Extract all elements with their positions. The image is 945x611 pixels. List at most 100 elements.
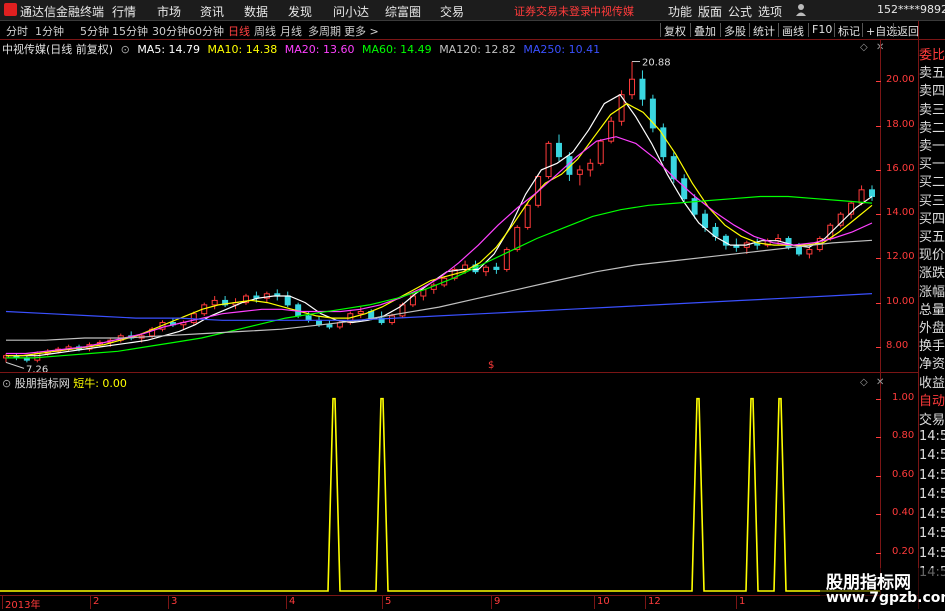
settings-gear-icon[interactable]: ⊙ xyxy=(121,43,130,56)
candle xyxy=(232,298,239,310)
candle xyxy=(660,123,667,162)
ma120-value: MA120: 12.82 xyxy=(439,43,516,56)
candle xyxy=(576,165,583,186)
tool-button-3[interactable]: 统计 xyxy=(749,23,775,38)
candle xyxy=(242,293,249,305)
candle xyxy=(629,61,636,100)
tool-button-4[interactable]: 画线 xyxy=(778,23,804,38)
sidebar-item-16[interactable]: 换手 xyxy=(919,335,945,353)
indicator-chart[interactable] xyxy=(0,388,880,594)
sidebar-item-2[interactable]: 卖四 xyxy=(919,80,945,98)
price-tick-mark-4 xyxy=(876,258,881,260)
period-tab-6[interactable]: 日线 xyxy=(228,23,250,39)
sidebar-item-24[interactable]: 14:56 xyxy=(919,487,945,505)
sidebar-item-7[interactable]: 买二 xyxy=(919,171,945,189)
sidebar-item-6[interactable]: 买一 xyxy=(919,153,945,171)
user-icon[interactable] xyxy=(795,3,806,16)
tool-button-6[interactable]: 标记 xyxy=(834,23,860,38)
sidebar-item-19[interactable]: 自动 xyxy=(919,390,945,408)
candle xyxy=(848,200,855,219)
price-axis-border xyxy=(880,40,881,595)
sidebar-item-14[interactable]: 总量 xyxy=(919,299,945,317)
indicator-close-icon[interactable]: ✕ xyxy=(876,377,884,388)
sidebar-item-3[interactable]: 卖三 xyxy=(919,99,945,117)
sidebar-item-8[interactable]: 买三 xyxy=(919,190,945,208)
period-tab-10[interactable]: 更多 > xyxy=(344,23,379,39)
period-tab-7[interactable]: 周线 xyxy=(254,23,276,39)
sidebar-item-21[interactable]: 14:56 xyxy=(919,429,945,447)
tool-button-8[interactable]: 返回 xyxy=(893,23,919,38)
tool-button-0[interactable]: 复权 xyxy=(660,23,686,38)
tool-button-5[interactable]: F10 xyxy=(808,23,832,37)
sidebar-item-10[interactable]: 买五 xyxy=(919,226,945,244)
login-notice[interactable]: 证券交易未登录 xyxy=(514,3,591,19)
sidebar-item-26[interactable]: 14:56 xyxy=(919,526,945,544)
sidebar-item-27[interactable]: 14:56 xyxy=(919,546,945,564)
candle xyxy=(482,265,489,277)
menu-right-item-1[interactable]: 版面 xyxy=(698,3,722,20)
indicator-expand-icon[interactable]: ◇ xyxy=(860,377,868,388)
menu-right-item-3[interactable]: 选项 xyxy=(758,3,782,20)
menu-right-item-2[interactable]: 公式 xyxy=(728,3,752,20)
candle xyxy=(274,289,281,301)
price-chart[interactable]: 20.88 7.26 $ xyxy=(0,56,918,372)
tool-button-7[interactable]: +自选 xyxy=(862,23,897,38)
period-tab-5[interactable]: 60分钟 xyxy=(188,23,224,39)
menu-right-item-0[interactable]: 功能 xyxy=(668,3,692,20)
sidebar-item-9[interactable]: 买四 xyxy=(919,208,945,226)
price-tick-mark-6 xyxy=(876,346,881,348)
candle xyxy=(545,141,552,179)
period-tab-0[interactable]: 分时 xyxy=(6,23,28,39)
sidebar-item-25[interactable]: 14:56 xyxy=(919,507,945,525)
sidebar-item-5[interactable]: 卖一 xyxy=(919,135,945,153)
menu-item-5[interactable]: 问小达 xyxy=(333,3,369,20)
candle xyxy=(587,158,594,177)
sidebar-item-12[interactable]: 涨跌 xyxy=(919,262,945,280)
time-tick-mark-8 xyxy=(736,595,737,609)
period-tab-2[interactable]: 5分钟 xyxy=(80,23,109,39)
sidebar-item-4[interactable]: 卖二 xyxy=(919,117,945,135)
tool-button-2[interactable]: 多股 xyxy=(720,23,746,38)
menu-item-0[interactable]: 行情 xyxy=(112,3,136,20)
pane-divider xyxy=(0,372,918,373)
menu-item-2[interactable]: 资讯 xyxy=(200,3,224,20)
sidebar-item-15[interactable]: 外盘 xyxy=(919,317,945,335)
candle xyxy=(503,247,510,272)
time-axis-line xyxy=(0,595,918,596)
candle xyxy=(639,70,646,106)
ma20-value: MA20: 13.60 xyxy=(284,43,355,56)
sidebar-item-0[interactable]: 委比 xyxy=(919,44,945,62)
watermark-url: www.7gpzb.com xyxy=(826,590,945,606)
tool-button-1[interactable]: 叠加 xyxy=(690,23,716,38)
indicator-tick-1: 0.80 xyxy=(892,430,915,442)
sidebar-item-20[interactable]: 交易 xyxy=(919,409,945,427)
time-tick-7: 12 xyxy=(648,596,661,607)
current-stock-name: 中视传媒 xyxy=(590,5,634,18)
candle xyxy=(555,134,562,162)
expand-diamond-icon[interactable]: ◇ xyxy=(860,42,868,53)
user-account[interactable]: 152****9892 xyxy=(877,3,945,16)
candle xyxy=(284,291,291,308)
ma-legend: 中视传媒(日线 前复权) ⊙ MA5: 14.79 MA10: 14.38 MA… xyxy=(2,41,604,56)
menu-item-4[interactable]: 发现 xyxy=(288,3,312,20)
sidebar-item-1[interactable]: 卖五 xyxy=(919,62,945,80)
sidebar-item-18[interactable]: 收益 xyxy=(919,372,945,390)
period-tab-4[interactable]: 30分钟 xyxy=(152,23,188,39)
sidebar-item-13[interactable]: 涨幅 xyxy=(919,281,945,299)
period-tab-3[interactable]: 15分钟 xyxy=(112,23,148,39)
period-tab-9[interactable]: 多周期 xyxy=(308,23,341,39)
menu-item-3[interactable]: 数据 xyxy=(244,3,268,20)
time-tick-mark-6 xyxy=(594,595,595,609)
time-tick-4: 5 xyxy=(385,596,392,607)
sidebar-item-17[interactable]: 净资 xyxy=(919,353,945,371)
sidebar-item-23[interactable]: 14:56 xyxy=(919,468,945,486)
sidebar-item-22[interactable]: 14:56 xyxy=(919,448,945,466)
period-tab-1[interactable]: 1分钟 xyxy=(35,23,64,39)
menu-item-6[interactable]: 综富圈 xyxy=(385,3,421,20)
menu-item-7[interactable]: 交易 xyxy=(440,3,464,20)
sidebar-item-11[interactable]: 现价 xyxy=(919,244,945,262)
menu-item-1[interactable]: 市场 xyxy=(157,3,181,20)
stock-title: 中视传媒(日线 前复权) xyxy=(2,43,114,56)
candle xyxy=(211,296,218,310)
period-tab-8[interactable]: 月线 xyxy=(280,23,302,39)
